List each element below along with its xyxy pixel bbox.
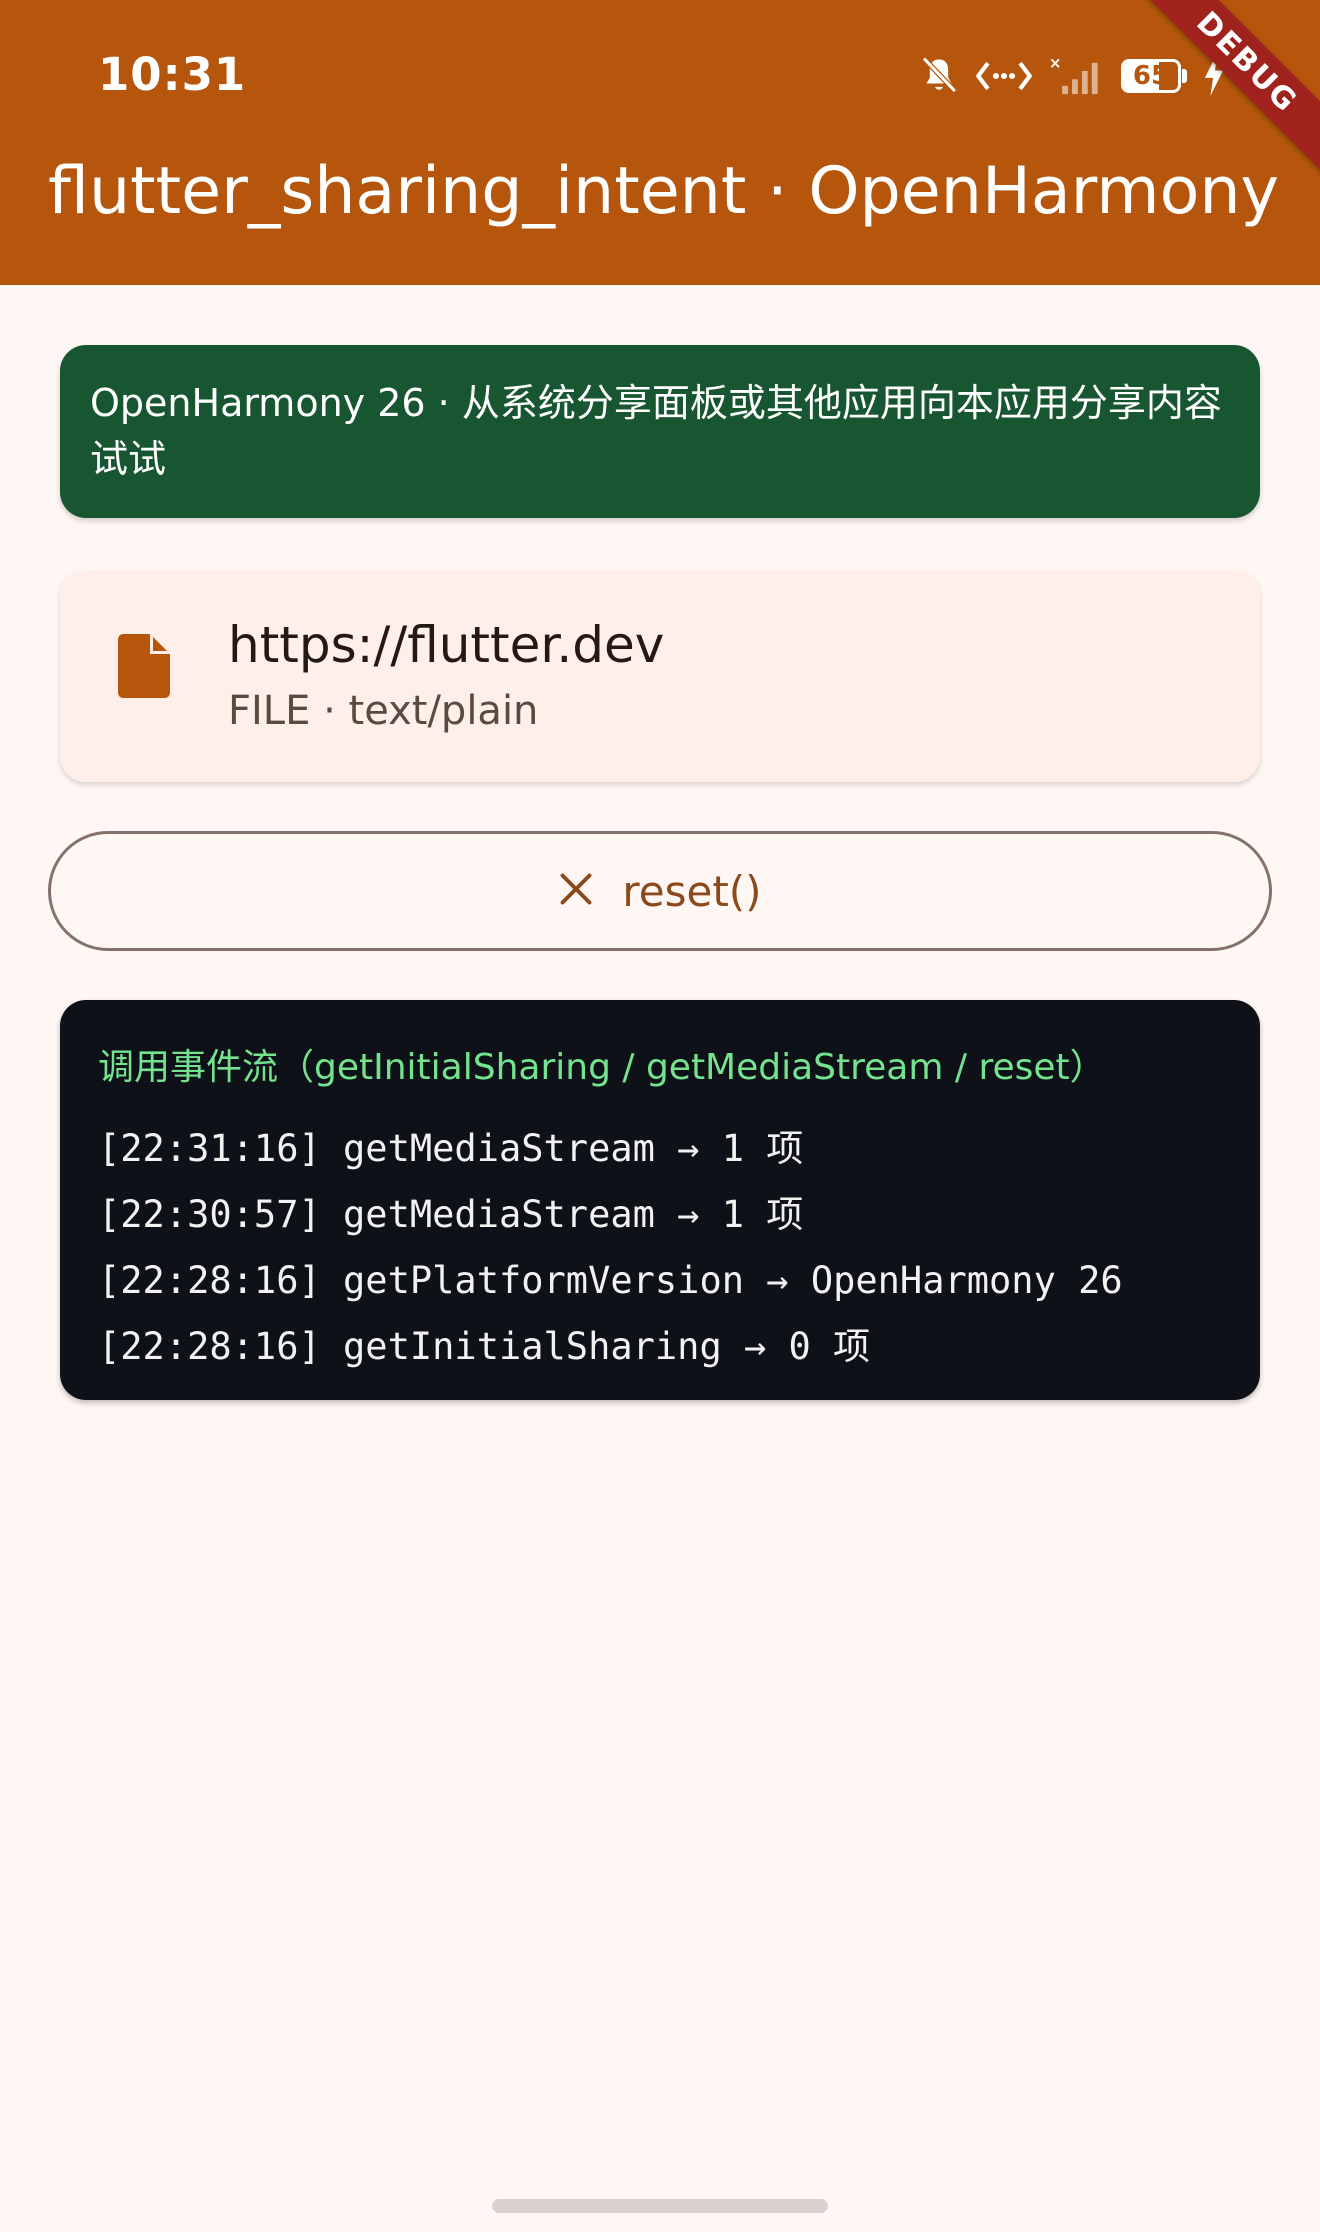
reset-button-label: reset() <box>622 866 762 916</box>
event-log-line: [22:28:16] getInitialSharing → 0 项 <box>98 1325 871 1368</box>
event-log-line: [22:30:57] getMediaStream → 1 项 <box>98 1193 804 1236</box>
event-log-line: [22:31:16] getMediaStream → 1 项 <box>98 1127 804 1170</box>
battery-icon: 65 <box>1121 58 1187 94</box>
bell-off-icon <box>919 54 959 98</box>
shared-item-card[interactable]: https://flutter.dev FILE · text/plain <box>60 570 1260 782</box>
close-icon <box>558 871 594 911</box>
app-bar-title: flutter_sharing_intent · OpenHarmony <box>48 154 1280 229</box>
shared-item-subtitle: FILE · text/plain <box>228 688 539 734</box>
battery-level: 65 <box>1132 61 1170 91</box>
file-icon <box>118 634 170 702</box>
signal-off-icon: × <box>1049 54 1105 98</box>
event-log-header: 调用事件流（getInitialSharing / getMediaStream… <box>98 1047 1106 1088</box>
reset-button[interactable]: reset() <box>48 831 1272 951</box>
data-transfer-icon <box>975 56 1033 96</box>
app-bar: 10:31 × 65 flutter_sharing_intent · Open… <box>0 0 1320 285</box>
shared-item-title: https://flutter.dev <box>228 616 665 674</box>
event-log-line: [22:28:16] getPlatformVersion → OpenHarm… <box>98 1259 1123 1302</box>
info-banner: OpenHarmony 26 · 从系统分享面板或其他应用向本应用分享内容试试 <box>60 345 1260 518</box>
svg-text:×: × <box>1049 55 1061 72</box>
event-log-panel: 调用事件流（getInitialSharing / getMediaStream… <box>60 1000 1260 1400</box>
status-icons: × 65 <box>919 50 1225 102</box>
home-indicator[interactable] <box>492 2199 828 2213</box>
status-time: 10:31 <box>98 48 247 101</box>
